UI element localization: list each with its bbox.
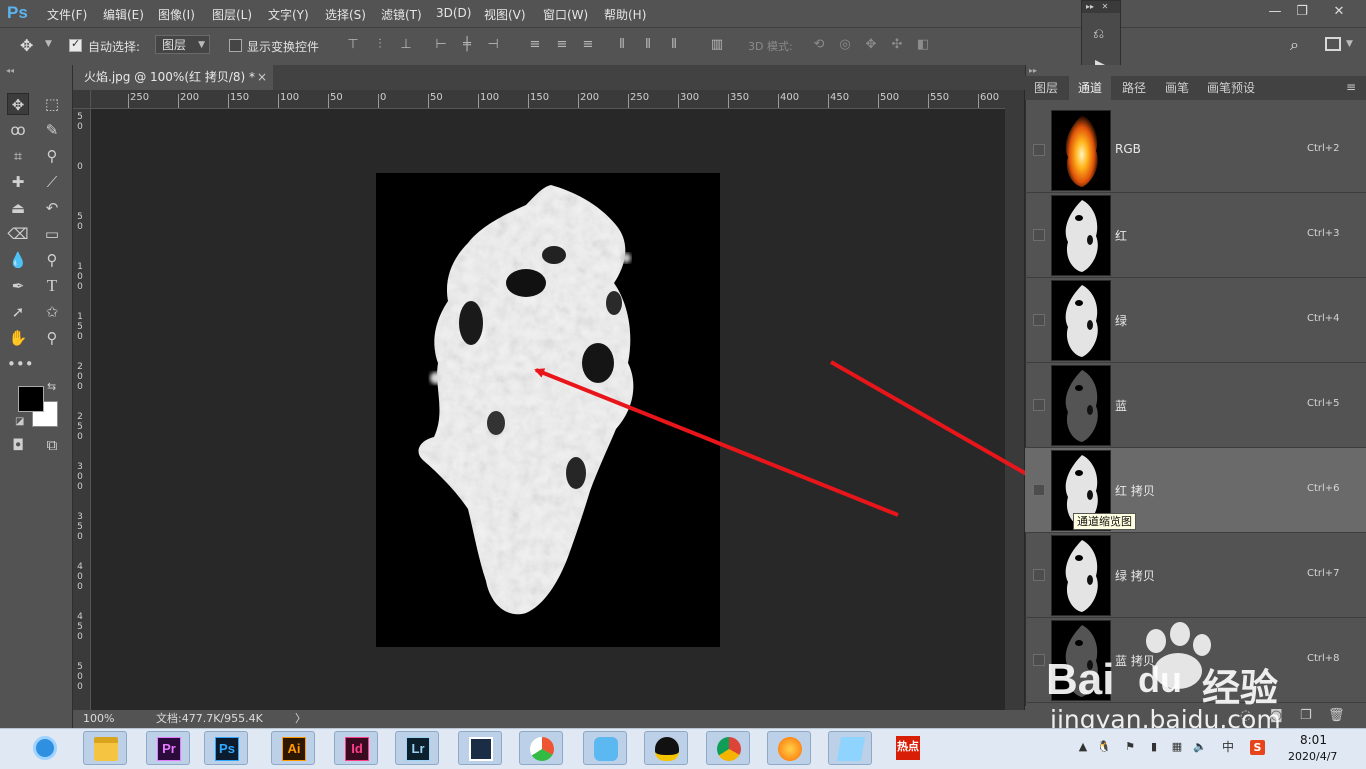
arrow-to-canvas bbox=[534, 368, 899, 517]
indesign-icon: Id bbox=[345, 737, 369, 761]
watermark-brand: Bai bbox=[1046, 655, 1115, 704]
taskbar-app-button[interactable] bbox=[828, 731, 872, 765]
flag-tray-icon[interactable]: ⚑ bbox=[1123, 740, 1137, 754]
channel-row[interactable]: 红 Ctrl+3 bbox=[1025, 193, 1366, 278]
chrome-icon bbox=[717, 737, 741, 761]
clock-time[interactable]: 8:01 bbox=[1300, 733, 1327, 747]
qq-tray-icon[interactable]: 🐧 bbox=[1097, 740, 1111, 754]
volume-tray-icon[interactable]: 🔈 bbox=[1193, 740, 1207, 754]
watermark-brand-cn: 经验 bbox=[1202, 666, 1279, 710]
battery-tray-icon[interactable]: ▮ bbox=[1147, 740, 1161, 754]
network-tray-icon[interactable]: ▦ bbox=[1170, 740, 1184, 754]
taskbar-app-button[interactable] bbox=[644, 731, 688, 765]
taskbar-app-button[interactable] bbox=[583, 731, 627, 765]
channel-name: 蓝 bbox=[1115, 399, 1128, 413]
channel-shortcut: Ctrl+2 bbox=[1307, 143, 1340, 154]
channel-row[interactable]: 绿 Ctrl+4 bbox=[1025, 278, 1366, 363]
channel-shortcut: Ctrl+3 bbox=[1307, 228, 1340, 239]
channel-name: 红 bbox=[1115, 229, 1128, 243]
taskbar-app-button[interactable] bbox=[767, 731, 811, 765]
taskbar-app-button[interactable]: Id bbox=[334, 731, 378, 765]
taskbar-app-button[interactable]: 热点 bbox=[886, 731, 930, 765]
illustrator-icon: Ai bbox=[282, 737, 306, 761]
bird-app-icon bbox=[594, 737, 618, 761]
taskbar-app-button[interactable] bbox=[706, 731, 750, 765]
channel-thumbnail[interactable] bbox=[1051, 365, 1111, 446]
clock-date[interactable]: 2020/4/7 bbox=[1288, 750, 1337, 763]
qq-icon bbox=[655, 737, 679, 761]
channel-name: RGB bbox=[1115, 142, 1141, 156]
channel-row[interactable]: 绿 拷贝 Ctrl+7 bbox=[1025, 533, 1366, 618]
channel-thumbnail[interactable] bbox=[1051, 280, 1111, 361]
zoom-level[interactable]: 100% bbox=[83, 710, 114, 728]
channel-shortcut: Ctrl+6 bbox=[1307, 483, 1340, 494]
tooltip: 通道缩览图 bbox=[1073, 513, 1136, 530]
file-explorer-icon bbox=[94, 737, 118, 761]
channel-name: 绿 拷贝 bbox=[1115, 569, 1155, 583]
firefox-like-icon bbox=[778, 737, 802, 761]
channel-shortcut: Ctrl+4 bbox=[1307, 313, 1340, 324]
channel-row[interactable]: 蓝 Ctrl+5 bbox=[1025, 363, 1366, 448]
status-bar: 100% 文档:477.7K/955.4K 〉 bbox=[73, 710, 1025, 728]
channel-visibility-toggle[interactable] bbox=[1033, 144, 1045, 156]
tab-brush-presets[interactable]: 画笔预设 bbox=[1200, 76, 1262, 100]
sogou-ime-icon[interactable]: S bbox=[1250, 740, 1265, 755]
document-info: 文档:477.7K/955.4K bbox=[156, 712, 263, 725]
channel-shortcut: Ctrl+7 bbox=[1307, 568, 1340, 579]
panel-menu-icon[interactable]: ≡ bbox=[1346, 80, 1356, 94]
status-menu-arrow[interactable]: 〉 bbox=[295, 710, 306, 728]
tab-paths[interactable]: 路径 bbox=[1114, 76, 1154, 100]
taskbar-app-button[interactable]: Ps bbox=[204, 731, 248, 765]
taskbar-app-button[interactable] bbox=[458, 731, 502, 765]
channel-visibility-toggle[interactable] bbox=[1033, 399, 1045, 411]
premiere-icon: Pr bbox=[157, 737, 181, 761]
channel-visibility-toggle[interactable] bbox=[1033, 314, 1045, 326]
taskbar-app-button[interactable] bbox=[519, 731, 563, 765]
channel-thumbnail[interactable] bbox=[1051, 110, 1111, 191]
channel-row[interactable]: RGB Ctrl+2 bbox=[1025, 108, 1366, 193]
tab-brush[interactable]: 画笔 bbox=[1158, 76, 1196, 100]
channel-name: 绿 bbox=[1115, 314, 1128, 328]
collapse-panel-icon[interactable]: ▸▸ bbox=[1029, 66, 1037, 75]
tab-channels[interactable]: 通道 bbox=[1069, 76, 1111, 100]
notes-app-icon bbox=[836, 737, 866, 761]
arrow-to-channel bbox=[830, 360, 1046, 486]
umbrella-app-icon bbox=[530, 737, 554, 761]
tab-layers[interactable]: 图层 bbox=[1027, 76, 1065, 100]
channel-name: 红 拷贝 bbox=[1115, 484, 1155, 498]
show-hidden-icons-icon[interactable]: ▲ bbox=[1076, 740, 1090, 754]
channel-thumbnail[interactable] bbox=[1051, 195, 1111, 276]
taskbar-app-button[interactable] bbox=[83, 731, 127, 765]
news-app-icon: 热点 bbox=[896, 736, 920, 760]
baidu-watermark: Bai du 经验 jingyan.baidu.com bbox=[1046, 622, 1346, 740]
channel-thumbnail[interactable] bbox=[1051, 535, 1111, 616]
photoshop-icon: Ps bbox=[215, 737, 239, 761]
taskbar-app-button[interactable]: Lr bbox=[395, 731, 439, 765]
channel-visibility-toggle[interactable] bbox=[1033, 229, 1045, 241]
taskbar-app-button[interactable]: Pr bbox=[146, 731, 190, 765]
channel-visibility-toggle[interactable] bbox=[1033, 484, 1045, 496]
watermark-brand-du: du bbox=[1138, 659, 1182, 700]
taskbar-app-button[interactable]: Ai bbox=[271, 731, 315, 765]
channel-shortcut: Ctrl+5 bbox=[1307, 398, 1340, 409]
channel-visibility-toggle[interactable] bbox=[1033, 654, 1045, 666]
lightroom-icon: Lr bbox=[406, 737, 430, 761]
channel-visibility-toggle[interactable] bbox=[1033, 569, 1045, 581]
taskbar-app-button[interactable] bbox=[23, 731, 67, 765]
ime-indicator[interactable]: 中 bbox=[1221, 740, 1235, 754]
video-editor-icon bbox=[469, 737, 493, 761]
ie-browser-icon bbox=[33, 736, 57, 760]
